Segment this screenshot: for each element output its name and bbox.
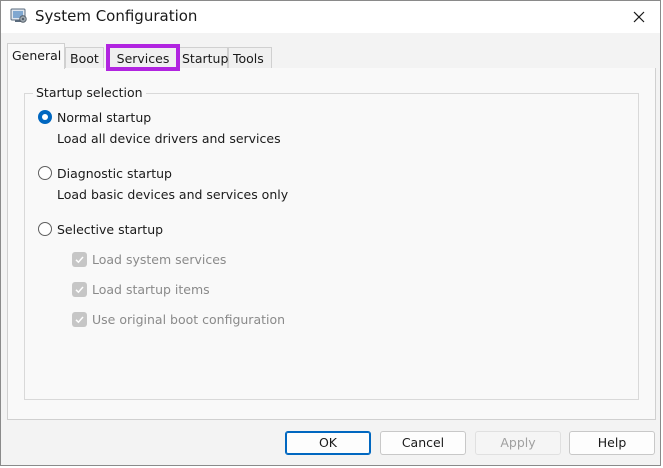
close-icon <box>633 11 645 23</box>
tab-boot[interactable]: Boot <box>65 47 104 68</box>
cancel-button[interactable]: Cancel <box>380 431 466 455</box>
tab-general-label: General <box>12 48 62 63</box>
load-system-services-label: Load system services <box>92 251 227 267</box>
startup-selection-group: Startup selection Normal startup Load al… <box>24 85 639 400</box>
close-button[interactable] <box>626 5 652 29</box>
normal-startup-description: Load all device drivers and services <box>57 131 281 146</box>
system-configuration-icon <box>10 7 28 25</box>
general-tab-panel: Startup selection Normal startup Load al… <box>7 68 656 420</box>
normal-startup-radio[interactable]: Normal startup <box>38 108 151 126</box>
use-original-boot-config-checkbox[interactable]: Use original boot configuration <box>72 310 285 328</box>
window-title: System Configuration <box>35 7 198 25</box>
checkbox-box[interactable] <box>72 311 87 327</box>
tab-tools[interactable]: Tools <box>228 47 272 68</box>
tab-services[interactable]: Services <box>106 44 180 71</box>
tab-boot-label: Boot <box>70 51 99 66</box>
startup-selection-label: Startup selection <box>33 85 146 100</box>
load-startup-items-label: Load startup items <box>92 281 210 297</box>
radio-unselected-indicator[interactable] <box>38 222 52 236</box>
check-icon <box>75 256 84 263</box>
checkbox-box[interactable] <box>72 281 87 297</box>
tab-startup-label: Startup <box>182 51 229 66</box>
radio-unselected-indicator[interactable] <box>38 166 52 180</box>
ok-button[interactable]: OK <box>285 431 371 455</box>
help-button[interactable]: Help <box>569 431 655 455</box>
system-configuration-window: System Configuration General Boot Servic… <box>0 0 661 466</box>
load-system-services-checkbox[interactable]: Load system services <box>72 250 226 268</box>
tab-tools-label: Tools <box>233 51 264 66</box>
diagnostic-startup-description: Load basic devices and services only <box>57 187 289 202</box>
radio-selected-indicator[interactable] <box>38 110 52 124</box>
tab-services-label: Services <box>116 51 170 66</box>
use-original-boot-config-label: Use original boot configuration <box>92 311 286 327</box>
load-startup-items-checkbox[interactable]: Load startup items <box>72 280 210 298</box>
normal-startup-label: Normal startup <box>57 109 152 125</box>
selective-startup-label: Selective startup <box>57 221 164 237</box>
apply-button[interactable]: Apply <box>475 431 561 455</box>
title-bar: System Configuration <box>1 1 660 33</box>
tab-startup[interactable]: Startup <box>177 47 228 68</box>
dialog-footer: OK Cancel Apply Help <box>1 420 660 465</box>
diagnostic-startup-label: Diagnostic startup <box>57 165 172 181</box>
selective-startup-radio[interactable]: Selective startup <box>38 220 163 238</box>
checkbox-box[interactable] <box>72 251 87 267</box>
tab-general[interactable]: General <box>7 43 65 69</box>
diagnostic-startup-radio[interactable]: Diagnostic startup <box>38 164 172 182</box>
check-icon <box>75 286 84 293</box>
tab-strip: General Boot Services Startup Tools <box>7 43 657 71</box>
check-icon <box>75 316 84 323</box>
